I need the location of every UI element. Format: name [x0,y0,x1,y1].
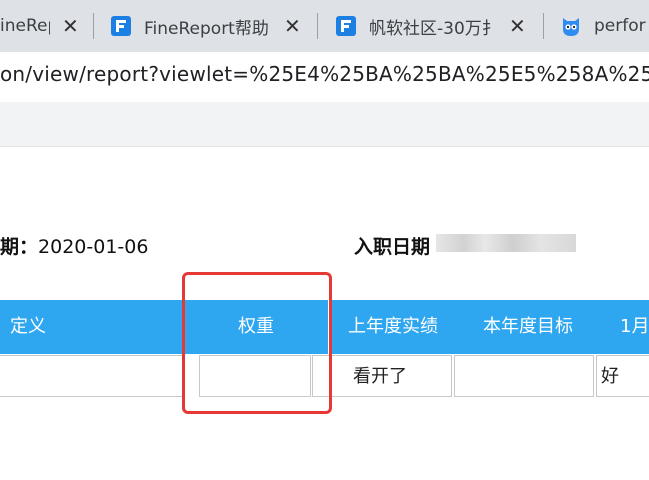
tab-separator [543,13,544,39]
tab-title: ineRep [0,16,50,36]
date-value: 2020-01-06 [38,236,149,258]
tab-title: 帆软社区-30万扌 [369,18,499,39]
column-header-january: 1月 [620,316,649,337]
tab-separator [93,13,94,39]
hire-date-value-redacted [436,234,576,252]
cell-last-year-input[interactable]: 看开了 [312,355,452,397]
finereport-icon [111,16,131,36]
tab-title: perfor [594,16,646,36]
browser-tab-strip: ineRep ✕ FineReport帮助 ✕ 帆软社区-30万扌 ✕ perf… [0,0,649,52]
hire-date-label: 入职日期 [354,236,431,258]
column-header-last-year: 上年度实绩 [348,316,438,337]
owl-icon [563,18,579,36]
cell-january-input[interactable]: 好 [596,355,649,397]
browser-tab-4[interactable]: perfor [560,0,649,52]
close-icon[interactable]: ✕ [284,14,301,38]
cell-definition-input[interactable] [0,355,183,397]
close-icon[interactable]: ✕ [509,14,526,38]
date-label: 期： [0,236,39,258]
tab-separator [317,13,318,39]
browser-tab-2[interactable]: FineReport帮助 ✕ [110,0,310,52]
column-header-target: 本年度目标 [483,316,573,337]
cell-target-input[interactable] [454,355,594,397]
highlight-box [182,272,332,414]
url-text[interactable]: on/view/report?viewlet=%25E4%25BA%25BA%2… [0,62,649,86]
finereport-icon [336,16,356,36]
report-toolbar [0,102,649,147]
date-field: 期：2020-01-06 [0,232,148,259]
browser-tab-3[interactable]: 帆软社区-30万扌 ✕ [335,0,531,52]
address-bar[interactable]: on/view/report?viewlet=%25E4%25BA%25BA%2… [0,52,649,102]
column-header-definition: 定义 [10,316,46,337]
browser-tab-1[interactable]: ineRep ✕ [0,0,92,52]
close-icon[interactable]: ✕ [62,14,79,38]
tab-title: FineReport帮助 [144,18,269,39]
